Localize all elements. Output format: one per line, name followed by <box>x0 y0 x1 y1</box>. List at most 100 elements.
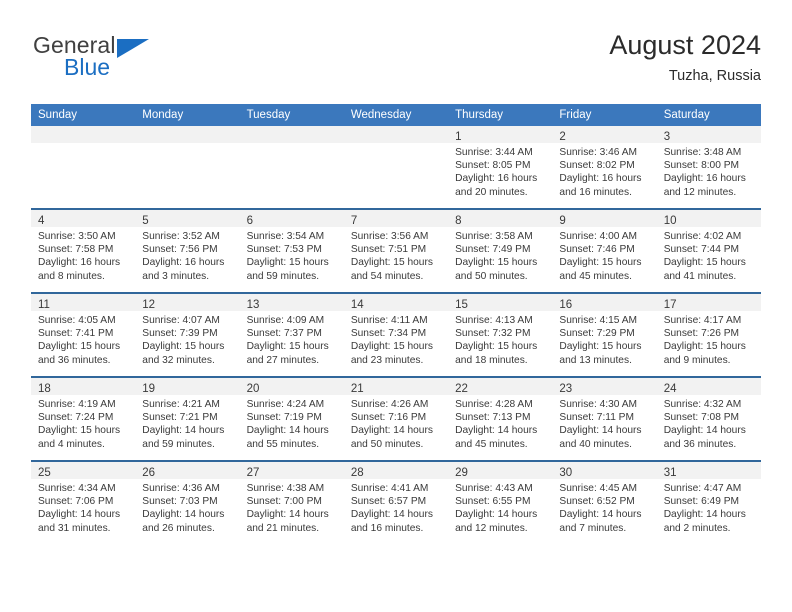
brand-logo: General Blue <box>31 32 261 88</box>
sunrise-text: Sunrise: 4:21 AM <box>142 399 220 410</box>
calendar-day-cell[interactable]: 1 Sunrise: 3:44 AM Sunset: 8:05 PM Daylight… <box>448 126 553 209</box>
day-details: Sunrise: 4:15 AM Sunset: 7:29 PM Daylight:… <box>552 311 656 367</box>
day-details: Sunrise: 4:13 AM Sunset: 7:32 PM Daylight:… <box>448 311 552 367</box>
day-number-band <box>135 126 240 143</box>
day-number-band: 10 <box>656 210 761 227</box>
calendar-day-cell[interactable]: 12 Sunrise: 4:07 AM Sunset: 7:39 PM Dayligh… <box>135 292 240 377</box>
day-details: Sunrise: 4:34 AM Sunset: 7:06 PM Daylight:… <box>31 479 135 535</box>
sunset-text: Sunset: 7:44 PM <box>663 244 740 256</box>
day-cell-inner: 12 Sunrise: 4:07 AM Sunset: 7:39 PM Dayligh… <box>135 294 240 376</box>
calendar-week-row: 11 Sunrise: 4:05 AM Sunset: 7:41 PM Dayligh… <box>31 292 761 377</box>
day-cell-inner: 9 Sunrise: 4:00 AM Sunset: 7:46 PM Daylight… <box>552 210 657 292</box>
sunrise-text: Sunrise: 4:41 AM <box>350 483 429 494</box>
daylight-text-line1: Daylight: 15 hours <box>663 257 746 269</box>
day-number: 8 <box>455 215 462 227</box>
calendar-day-cell[interactable]: 8 Sunrise: 3:58 AM Sunset: 7:49 PM Daylight… <box>448 208 553 293</box>
calendar-day-cell[interactable]: 16 Sunrise: 4:15 AM Sunset: 7:29 PM Dayligh… <box>552 292 657 377</box>
sunrise-text: Sunrise: 4:17 AM <box>663 315 742 326</box>
day-cell-inner: 16 Sunrise: 4:15 AM Sunset: 7:29 PM Dayligh… <box>552 294 657 376</box>
sunset-text: Sunset: 7:56 PM <box>142 244 218 256</box>
day-number-band: 31 <box>656 462 761 479</box>
day-number: 14 <box>350 299 364 311</box>
calendar-day-cell-empty <box>31 126 136 209</box>
day-number-band: 20 <box>239 378 344 395</box>
day-details: Sunrise: 3:50 AM Sunset: 7:58 PM Daylight:… <box>31 227 135 283</box>
day-number-band: 19 <box>135 378 240 395</box>
calendar-day-cell[interactable]: 3 Sunrise: 3:48 AM Sunset: 8:00 PM Daylight… <box>656 126 761 209</box>
sunset-text: Sunset: 7:13 PM <box>455 412 531 424</box>
calendar-day-cell[interactable]: 7 Sunrise: 3:56 AM Sunset: 7:51 PM Daylight… <box>343 208 449 293</box>
day-cell-inner: 26 Sunrise: 4:36 AM Sunset: 7:03 PM Dayligh… <box>135 462 240 544</box>
sunrise-text: Sunrise: 4:43 AM <box>455 483 533 494</box>
calendar-day-cell[interactable]: 17 Sunrise: 4:17 AM Sunset: 7:26 PM Dayligh… <box>656 292 761 377</box>
sunset-text: Sunset: 7:06 PM <box>38 496 114 508</box>
calendar-day-cell[interactable]: 13 Sunrise: 4:09 AM Sunset: 7:37 PM Dayligh… <box>239 292 344 377</box>
daylight-text-line1: Daylight: 14 hours <box>142 425 225 437</box>
sunset-text: Sunset: 6:55 PM <box>455 496 531 508</box>
daylight-text-line2: and 26 minutes. <box>142 522 215 534</box>
calendar-day-cell[interactable]: 28 Sunrise: 4:41 AM Sunset: 6:57 PM Dayligh… <box>343 460 449 544</box>
daylight-text-line1: Daylight: 15 hours <box>455 257 538 269</box>
sunrise-text: Sunrise: 4:00 AM <box>559 231 637 242</box>
calendar-day-cell[interactable]: 15 Sunrise: 4:13 AM Sunset: 7:32 PM Dayligh… <box>448 292 553 377</box>
calendar-day-cell[interactable]: 22 Sunrise: 4:28 AM Sunset: 7:13 PM Dayligh… <box>448 376 553 461</box>
daylight-text-line2: and 4 minutes. <box>38 438 105 450</box>
calendar-day-cell[interactable]: 5 Sunrise: 3:52 AM Sunset: 7:56 PM Daylight… <box>135 208 240 293</box>
daylight-text-line1: Daylight: 15 hours <box>350 341 433 353</box>
calendar-header-row: Sunday Monday Tuesday Wednesday Thursday… <box>31 104 761 126</box>
daylight-text-line2: and 8 minutes. <box>38 270 105 282</box>
day-number: 7 <box>350 215 358 227</box>
calendar-day-cell[interactable]: 4 Sunrise: 3:50 AM Sunset: 7:58 PM Daylight… <box>31 208 136 293</box>
daylight-text-line2: and 16 minutes. <box>559 186 632 198</box>
daylight-text-line2: and 31 minutes. <box>38 522 111 534</box>
day-details: Sunrise: 4:11 AM Sunset: 7:34 PM Daylight:… <box>344 311 448 367</box>
day-number-band: 6 <box>239 210 344 227</box>
day-number-band: 17 <box>656 294 761 311</box>
daylight-text-line2: and 59 minutes. <box>246 270 320 282</box>
daylight-text-line2: and 13 minutes. <box>559 354 632 366</box>
calendar-day-cell[interactable]: 27 Sunrise: 4:38 AM Sunset: 7:00 PM Dayligh… <box>239 460 344 544</box>
calendar-day-cell[interactable]: 29 Sunrise: 4:43 AM Sunset: 6:55 PM Dayligh… <box>448 460 553 544</box>
daylight-text-line1: Daylight: 15 hours <box>455 341 538 353</box>
daylight-text-line1: Daylight: 15 hours <box>142 341 225 353</box>
calendar-day-cell[interactable]: 9 Sunrise: 4:00 AM Sunset: 7:46 PM Daylight… <box>552 208 657 293</box>
calendar-day-cell[interactable]: 2 Sunrise: 3:46 AM Sunset: 8:02 PM Daylight… <box>552 126 657 209</box>
calendar-day-cell[interactable]: 6 Sunrise: 3:54 AM Sunset: 7:53 PM Daylight… <box>239 208 344 293</box>
calendar-day-cell-empty <box>239 126 344 209</box>
calendar-week-row: 18 Sunrise: 4:19 AM Sunset: 7:24 PM Dayligh… <box>31 376 761 461</box>
day-details: Sunrise: 4:43 AM Sunset: 6:55 PM Daylight:… <box>448 479 552 535</box>
sunset-text: Sunset: 7:46 PM <box>559 244 635 256</box>
sunrise-text: Sunrise: 3:46 AM <box>559 147 637 158</box>
day-number: 27 <box>246 467 260 479</box>
calendar-day-cell[interactable]: 23 Sunrise: 4:30 AM Sunset: 7:11 PM Dayligh… <box>552 376 657 461</box>
day-number: 13 <box>246 299 260 311</box>
daylight-text-line2: and 40 minutes. <box>559 438 632 450</box>
sunrise-text: Sunrise: 4:07 AM <box>142 315 220 326</box>
calendar-day-cell[interactable]: 25 Sunrise: 4:34 AM Sunset: 7:06 PM Dayligh… <box>31 460 136 544</box>
calendar-day-cell[interactable]: 31 Sunrise: 4:47 AM Sunset: 6:49 PM Dayligh… <box>656 460 761 544</box>
calendar-day-cell[interactable]: 26 Sunrise: 4:36 AM Sunset: 7:03 PM Dayligh… <box>135 460 240 544</box>
sunrise-text: Sunrise: 4:05 AM <box>38 315 116 326</box>
day-details: Sunrise: 4:17 AM Sunset: 7:26 PM Daylight:… <box>657 311 761 367</box>
calendar-day-cell[interactable]: 10 Sunrise: 4:02 AM Sunset: 7:44 PM Dayligh… <box>656 208 761 293</box>
calendar-day-cell[interactable]: 21 Sunrise: 4:26 AM Sunset: 7:16 PM Dayligh… <box>343 376 449 461</box>
calendar-day-cell[interactable]: 19 Sunrise: 4:21 AM Sunset: 7:21 PM Dayligh… <box>135 376 240 461</box>
daylight-text-line2: and 7 minutes. <box>559 522 627 534</box>
day-details: Sunrise: 3:56 AM Sunset: 7:51 PM Daylight:… <box>344 227 448 283</box>
day-details: Sunrise: 3:48 AM Sunset: 8:00 PM Daylight:… <box>657 143 761 199</box>
sunrise-text: Sunrise: 3:44 AM <box>455 147 533 158</box>
daylight-text-line1: Daylight: 16 hours <box>38 257 121 269</box>
day-number: 24 <box>663 383 677 395</box>
day-number: 15 <box>455 299 468 311</box>
calendar-day-cell[interactable]: 18 Sunrise: 4:19 AM Sunset: 7:24 PM Dayligh… <box>31 376 136 461</box>
calendar-day-cell[interactable]: 20 Sunrise: 4:24 AM Sunset: 7:19 PM Dayligh… <box>239 376 344 461</box>
calendar-day-cell[interactable]: 11 Sunrise: 4:05 AM Sunset: 7:41 PM Dayligh… <box>31 292 136 377</box>
calendar-day-cell[interactable]: 30 Sunrise: 4:45 AM Sunset: 6:52 PM Dayligh… <box>552 460 657 544</box>
day-details: Sunrise: 4:41 AM Sunset: 6:57 PM Daylight:… <box>344 479 448 535</box>
daylight-text-line2: and 50 minutes. <box>350 438 424 450</box>
calendar-day-cell[interactable]: 24 Sunrise: 4:32 AM Sunset: 7:08 PM Dayligh… <box>656 376 761 461</box>
weekday-header-wednesday: Wednesday <box>343 104 449 126</box>
calendar-day-cell[interactable]: 14 Sunrise: 4:11 AM Sunset: 7:34 PM Dayligh… <box>343 292 449 377</box>
daylight-text-line2: and 9 minutes. <box>663 354 731 366</box>
day-details: Sunrise: 4:47 AM Sunset: 6:49 PM Daylight:… <box>657 479 761 535</box>
